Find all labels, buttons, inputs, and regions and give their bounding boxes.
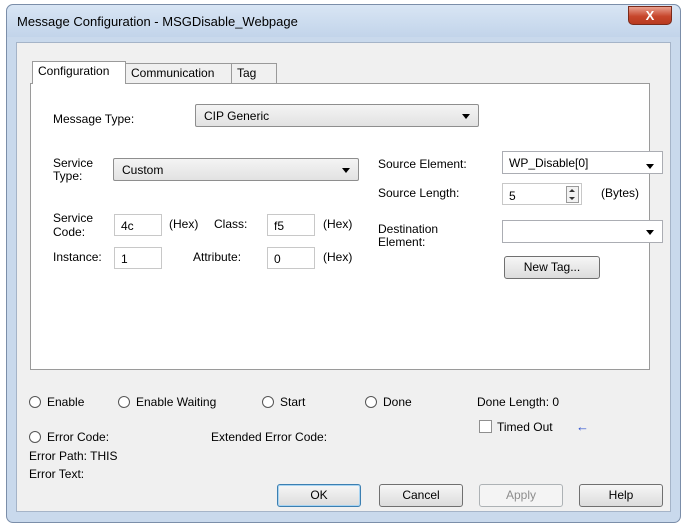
help-button[interactable]: Help (579, 484, 663, 507)
timed-out-checkbox[interactable] (479, 420, 492, 433)
start-label: Start (280, 395, 306, 409)
timed-out-label: Timed Out (497, 420, 553, 434)
tab-tag[interactable]: Tag (231, 63, 277, 83)
dialog-body: Configuration Communication Tag Message … (16, 42, 671, 512)
source-element-select[interactable]: WP_Disable[0] (502, 151, 663, 174)
message-type-label: Message Type: (53, 112, 135, 126)
enable-waiting-indicator-icon (118, 396, 130, 408)
source-length-value: 5 (509, 189, 516, 203)
enable-label: Enable (47, 395, 85, 409)
destination-label-line2: Element: (378, 235, 426, 249)
start-indicator-icon (262, 396, 274, 408)
source-element-label: Source Element: (378, 157, 467, 171)
chevron-down-icon (342, 168, 350, 173)
cancel-button[interactable]: Cancel (379, 484, 463, 507)
error-text-label: Error Text: (29, 467, 85, 481)
close-button[interactable]: X (628, 6, 672, 25)
ok-button[interactable]: OK (277, 484, 361, 507)
source-element-value: WP_Disable[0] (509, 156, 589, 170)
tab-communication[interactable]: Communication (125, 63, 232, 83)
arrow-left-icon: ← (576, 419, 589, 434)
enable-waiting-label: Enable Waiting (136, 395, 217, 409)
destination-label-line1: Destination (378, 222, 439, 236)
done-label: Done (383, 395, 412, 409)
chevron-down-icon (646, 230, 654, 235)
class-label: Class: (214, 217, 248, 231)
error-code-label: Error Code: (47, 430, 110, 444)
chevron-down-icon (462, 114, 470, 119)
service-code-input[interactable]: 4c (114, 214, 162, 236)
window-title: Message Configuration - MSGDisable_Webpa… (17, 14, 298, 29)
source-length-stepper[interactable]: 5 (502, 183, 582, 205)
message-configuration-window: Message Configuration - MSGDisable_Webpa… (6, 4, 681, 523)
done-indicator-icon (365, 396, 377, 408)
source-length-label: Source Length: (378, 186, 460, 200)
service-code-hex-label: (Hex) (169, 217, 199, 231)
class-hex-label: (Hex) (323, 217, 353, 231)
instance-input[interactable]: 1 (114, 247, 162, 269)
configuration-panel: Message Type: CIP Generic Service Type: … (30, 83, 663, 370)
bytes-label: (Bytes) (601, 186, 640, 200)
error-code-indicator-icon (29, 431, 41, 443)
chevron-down-icon (646, 164, 654, 169)
destination-element-select[interactable] (502, 220, 663, 243)
new-tag-button[interactable]: New Tag... (504, 256, 600, 279)
service-code-label-line2: Code: (53, 225, 86, 239)
service-type-value: Custom (122, 163, 164, 177)
service-type-label-line1: Service (53, 156, 94, 170)
attribute-input[interactable]: 0 (267, 247, 315, 269)
apply-button[interactable]: Apply (479, 484, 563, 507)
service-type-select[interactable]: Custom (113, 158, 359, 181)
instance-label: Instance: (53, 250, 102, 264)
attribute-hex-label: (Hex) (323, 250, 353, 264)
extended-error-code-label: Extended Error Code: (211, 430, 328, 444)
class-input[interactable]: f5 (267, 214, 315, 236)
spin-buttons-icon[interactable] (566, 186, 579, 203)
error-path-label: Error Path: THIS (29, 449, 118, 463)
message-type-select[interactable]: CIP Generic (195, 104, 479, 127)
done-length-label: Done Length: 0 (477, 395, 560, 409)
title-bar[interactable]: Message Configuration - MSGDisable_Webpa… (7, 5, 680, 37)
attribute-label: Attribute: (193, 250, 242, 264)
service-type-label-line2: Type: (53, 169, 83, 183)
tab-configuration[interactable]: Configuration (32, 61, 126, 84)
message-type-value: CIP Generic (204, 109, 270, 123)
enable-indicator-icon (29, 396, 41, 408)
service-code-label-line1: Service (53, 211, 94, 225)
